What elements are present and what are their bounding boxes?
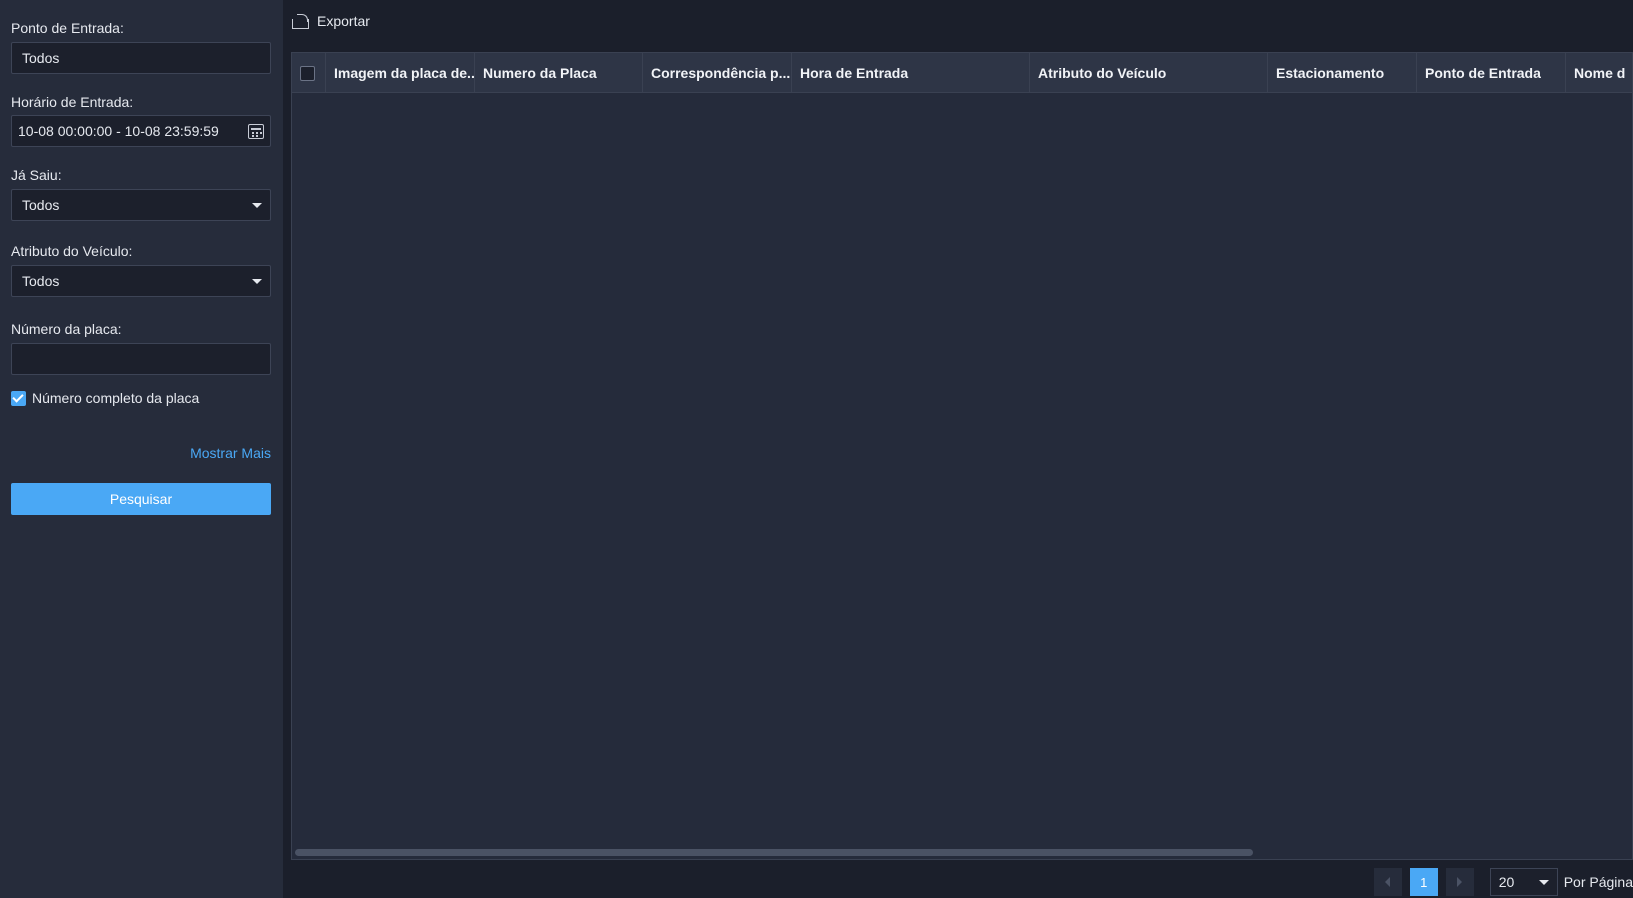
- results-table: Imagem da placa de... Numero da Placa Co…: [291, 52, 1633, 860]
- entry-point-select[interactable]: Todos: [11, 42, 271, 74]
- per-page-label: Por Página: [1563, 874, 1633, 890]
- entry-time-label: Horário de Entrada:: [11, 94, 134, 110]
- column-header-name[interactable]: Nome d: [1566, 53, 1632, 93]
- full-plate-label: Número completo da placa: [32, 390, 200, 406]
- horizontal-scrollbar[interactable]: [295, 849, 1253, 856]
- select-all-cell: [292, 53, 326, 93]
- plate-number-label: Número da placa:: [11, 321, 122, 337]
- next-page-button[interactable]: [1445, 868, 1474, 896]
- table-header: Imagem da placa de... Numero da Placa Co…: [292, 53, 1632, 93]
- full-plate-checkbox-row[interactable]: Número completo da placa: [11, 390, 199, 406]
- column-header-entry-time[interactable]: Hora de Entrada: [792, 53, 1030, 93]
- chevron-down-icon: [252, 203, 262, 208]
- plate-number-input[interactable]: [22, 344, 270, 374]
- page-number-current[interactable]: 1: [1409, 868, 1438, 896]
- prev-page-button[interactable]: [1373, 868, 1402, 896]
- vehicle-attribute-label: Atributo do Veículo:: [11, 243, 133, 259]
- column-header-entry-point[interactable]: Ponto de Entrada: [1417, 53, 1566, 93]
- filter-sidebar: Ponto de Entrada: Todos Horário de Entra…: [0, 0, 283, 898]
- show-more-link[interactable]: Mostrar Mais: [190, 445, 271, 461]
- export-label: Exportar: [317, 12, 370, 29]
- calendar-icon[interactable]: [248, 124, 264, 139]
- exited-label: Já Saiu:: [11, 167, 62, 183]
- vehicle-attribute-value: Todos: [22, 273, 60, 289]
- vehicle-attribute-select[interactable]: Todos: [11, 265, 271, 297]
- main-content: Exportar Imagem da placa de... Numero da…: [283, 0, 1633, 898]
- select-all-checkbox[interactable]: [300, 65, 315, 81]
- export-button[interactable]: Exportar: [292, 12, 370, 29]
- full-plate-checkbox[interactable]: [11, 390, 26, 406]
- chevron-down-icon: [1538, 880, 1549, 885]
- column-header-plate-image[interactable]: Imagem da placa de...: [326, 53, 475, 93]
- entry-time-range-input[interactable]: 10-08 00:00:00 - 10-08 23:59:59: [11, 115, 271, 147]
- export-icon: [292, 12, 309, 29]
- search-button[interactable]: Pesquisar: [11, 483, 271, 515]
- pagination: 1 20 Por Página: [1373, 868, 1633, 896]
- entry-point-value: Todos: [22, 50, 60, 66]
- column-header-plate-number[interactable]: Numero da Placa: [475, 53, 643, 93]
- entry-point-label: Ponto de Entrada:: [11, 20, 124, 36]
- chevron-down-icon: [252, 279, 262, 284]
- exited-value: Todos: [22, 197, 60, 213]
- column-header-match[interactable]: Correspondência p...: [643, 53, 792, 93]
- page-size-value: 20: [1498, 874, 1515, 890]
- column-header-vehicle-attribute[interactable]: Atributo do Veículo: [1030, 53, 1268, 93]
- entry-time-value: 10-08 00:00:00 - 10-08 23:59:59: [18, 123, 219, 139]
- page-size-select[interactable]: 20: [1489, 868, 1558, 896]
- column-header-parking-lot[interactable]: Estacionamento: [1268, 53, 1417, 93]
- plate-number-field[interactable]: [11, 343, 271, 375]
- exited-select[interactable]: Todos: [11, 189, 271, 221]
